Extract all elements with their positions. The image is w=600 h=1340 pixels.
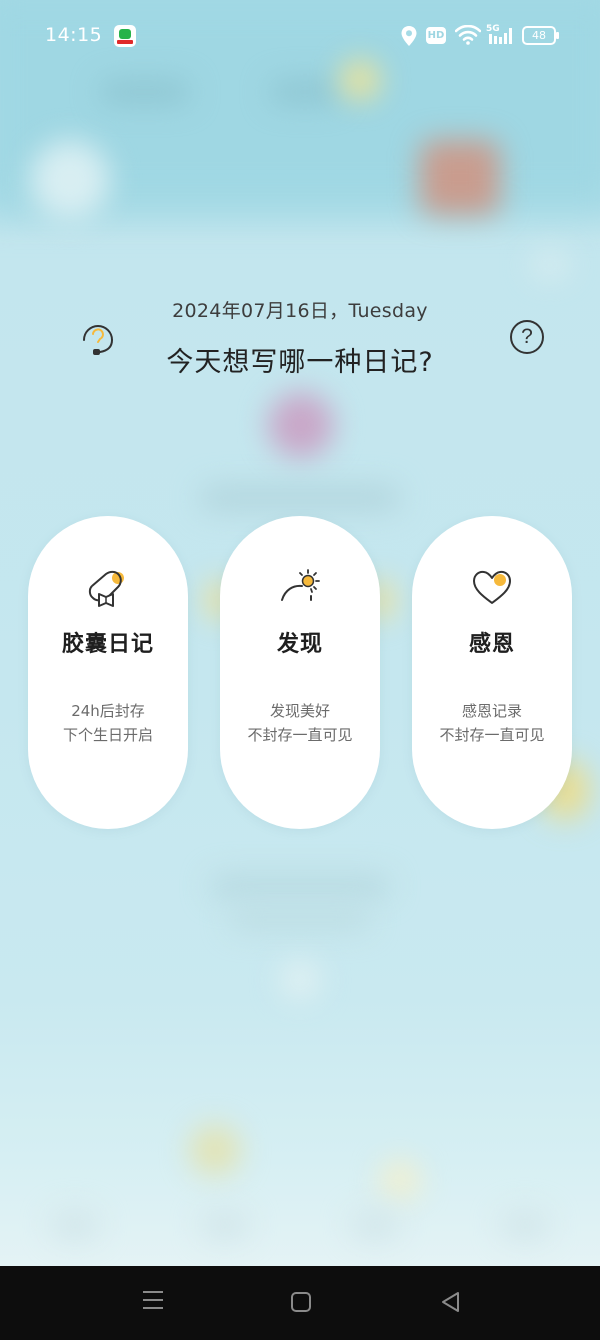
card-subtitle: 不封存一直可见 [439,726,545,744]
discovery-card[interactable]: 发现 发现美好 不封存一直可见 [220,516,380,829]
card-title: 感恩 [468,632,515,657]
status-time: 14:15 [45,24,103,46]
home-icon[interactable] [291,1292,311,1312]
hd-icon: HD [426,27,446,44]
battery-icon: 48 [522,26,559,45]
page-title: 今天想写哪一种日记? [166,347,434,378]
back-icon[interactable] [440,1291,460,1313]
status-bar: 14:15 HD 5G 48 [0,0,600,72]
card-subtitle: 下个生日开启 [62,726,153,744]
sunrise-icon [281,569,320,601]
capsule-book-icon [88,570,124,607]
card-title: 发现 [276,632,323,657]
app-notification-icon [114,25,136,47]
wifi-icon [455,25,481,45]
location-icon [401,26,417,46]
card-subtitle: 发现美好 [269,702,330,720]
help-icon[interactable]: ? [510,320,544,354]
gratitude-card[interactable]: 感恩 感恩记录 不封存一直可见 [412,516,572,829]
card-subtitle: 24h后封存 [71,702,145,720]
menu-icon[interactable] [143,1291,163,1311]
card-title: 胶囊日记 [61,632,154,657]
signal-5g-icon: 5G [486,24,512,44]
system-navigation-bar [0,1266,600,1340]
capsule-diary-card[interactable]: 胶囊日记 24h后封存 下个生日开启 [28,516,188,829]
card-subtitle: 不封存一直可见 [247,726,353,744]
svg-text:5G: 5G [486,24,500,34]
card-subtitle: 感恩记录 [461,702,522,720]
heart-icon [473,570,511,604]
